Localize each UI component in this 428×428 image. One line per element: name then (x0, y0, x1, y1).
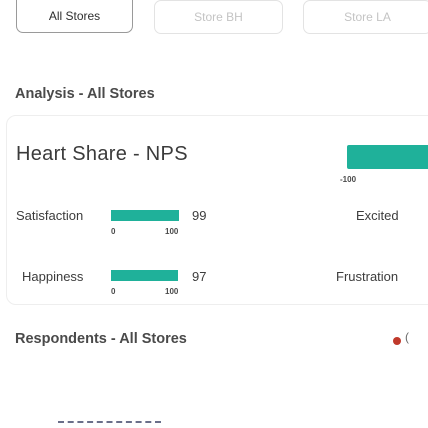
legend-min-label: -100 (340, 175, 357, 184)
metric-bar-happiness (111, 270, 178, 281)
tab-label: Store BH (194, 10, 243, 24)
axis-max-satisfaction: 100 (165, 227, 179, 236)
axis-min-happiness: 0 (111, 287, 116, 296)
axis-max-happiness: 100 (165, 287, 179, 296)
metric-value-satisfaction: 99 (192, 208, 207, 223)
axis-min-satisfaction: 0 (111, 227, 116, 236)
legend-bar (347, 145, 428, 169)
metric-value-happiness: 97 (192, 269, 207, 284)
tab-store-la[interactable]: Store LA (303, 0, 428, 34)
analysis-title: Analysis - All Stores (15, 86, 155, 102)
metric-bar-satisfaction (111, 210, 179, 221)
tab-all-stores[interactable]: All Stores (16, 0, 133, 33)
tab-label: All Stores (48, 8, 101, 23)
metric-label-happiness: Happiness (22, 269, 84, 284)
respondents-title: Respondents - All Stores (15, 331, 187, 347)
tab-label: Store LA (344, 10, 391, 24)
right-label-excited: Excited (356, 208, 399, 223)
store-tabs: All Stores Store BH Store LA (16, 0, 428, 44)
right-label-frustration: Frustration (336, 269, 399, 284)
legend-label-truncated: ( (405, 330, 409, 344)
tab-store-bh[interactable]: Store BH (154, 0, 283, 34)
card-title: Heart Share - NPS (16, 143, 188, 165)
legend-dot-icon (393, 337, 401, 345)
chart-dashed-line (58, 421, 161, 423)
metric-label-satisfaction: Satisfaction (16, 208, 84, 223)
